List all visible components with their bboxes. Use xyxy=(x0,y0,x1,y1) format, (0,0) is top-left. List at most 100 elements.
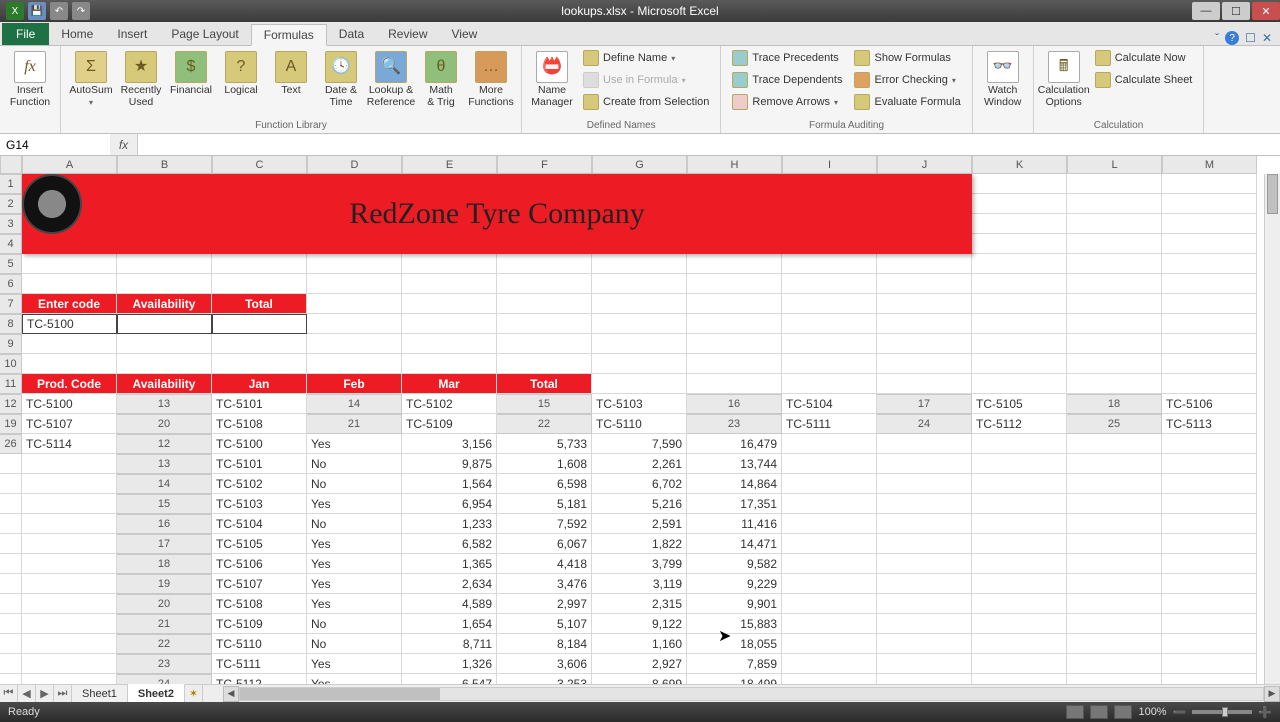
row-header[interactable]: 2 xyxy=(0,194,22,214)
col-header[interactable]: C xyxy=(212,156,307,174)
row-header[interactable]: 18 xyxy=(117,554,212,574)
col-header[interactable]: H xyxy=(687,156,782,174)
minimize-button[interactable]: — xyxy=(1192,2,1220,20)
define-name-button[interactable]: Define Name▾ xyxy=(578,48,714,68)
row-header[interactable]: 19 xyxy=(117,574,212,594)
table-cell[interactable]: TC-5108 xyxy=(212,594,307,614)
table-cell[interactable]: 1,564 xyxy=(402,474,497,494)
table-cell[interactable]: 6,582 xyxy=(402,534,497,554)
calculate-now-button[interactable]: Calculate Now xyxy=(1090,48,1198,68)
table-cell[interactable]: 2,997 xyxy=(497,594,592,614)
trace-dependents-button[interactable]: Trace Dependents xyxy=(727,70,847,90)
row-header[interactable]: 14 xyxy=(117,474,212,494)
close-button[interactable]: ✕ xyxy=(1252,2,1280,20)
trace-precedents-button[interactable]: Trace Precedents xyxy=(727,48,847,68)
table-cell[interactable]: 6,547 xyxy=(402,674,497,684)
sheet-nav-last-icon[interactable]: ⏭ xyxy=(54,685,72,702)
tab-review[interactable]: Review xyxy=(376,23,439,45)
calculate-sheet-button[interactable]: Calculate Sheet xyxy=(1090,70,1198,90)
spreadsheet-grid[interactable]: ABCDEFGHIJKLM1RedZone Tyre Company234567… xyxy=(0,156,1280,684)
formula-input[interactable] xyxy=(138,134,1280,155)
zoom-slider[interactable] xyxy=(1192,710,1252,714)
table-cell[interactable]: 2,315 xyxy=(592,594,687,614)
minimize-ribbon-icon[interactable]: ˇ xyxy=(1215,31,1219,45)
date-time-button[interactable]: 🕓Date & Time xyxy=(317,48,365,114)
table-cell[interactable]: 1,822 xyxy=(592,534,687,554)
table-cell[interactable]: Yes xyxy=(307,674,402,684)
col-header[interactable]: E xyxy=(402,156,497,174)
sheet-nav-next-icon[interactable]: ▶ xyxy=(36,685,54,702)
name-manager-button[interactable]: 📛Name Manager xyxy=(528,48,576,114)
table-cell[interactable]: 3,606 xyxy=(497,654,592,674)
row-header[interactable]: 23 xyxy=(117,654,212,674)
table-cell[interactable]: TC-5101 xyxy=(212,454,307,474)
remove-arrows-button[interactable]: Remove Arrows▾ xyxy=(727,92,847,112)
table-cell[interactable]: 1,326 xyxy=(402,654,497,674)
tab-view[interactable]: View xyxy=(440,23,490,45)
vertical-scrollbar[interactable] xyxy=(1264,174,1280,684)
table-cell[interactable]: 7,590 xyxy=(592,434,687,454)
table-cell[interactable]: No xyxy=(307,634,402,654)
sheet-tab-sheet1[interactable]: Sheet1 xyxy=(72,685,128,702)
table-cell[interactable]: 13,744 xyxy=(687,454,782,474)
tab-page-layout[interactable]: Page Layout xyxy=(159,23,250,45)
table-cell[interactable]: 7,592 xyxy=(497,514,592,534)
table-cell[interactable]: 8,184 xyxy=(497,634,592,654)
table-cell[interactable]: TC-5103 xyxy=(212,494,307,514)
table-cell[interactable]: 9,875 xyxy=(402,454,497,474)
lookup-reference-button[interactable]: 🔍Lookup & Reference xyxy=(367,48,415,114)
table-cell[interactable]: 18,499 xyxy=(687,674,782,684)
table-cell[interactable]: 1,608 xyxy=(497,454,592,474)
more-functions-button[interactable]: …More Functions xyxy=(467,48,515,114)
undo-icon[interactable]: ↶ xyxy=(50,2,68,20)
table-cell[interactable]: TC-5105 xyxy=(212,534,307,554)
table-cell[interactable]: 9,229 xyxy=(687,574,782,594)
table-cell[interactable]: No xyxy=(307,474,402,494)
table-cell[interactable]: TC-5111 xyxy=(212,654,307,674)
table-cell[interactable]: Yes xyxy=(307,654,402,674)
table-cell[interactable]: TC-5107 xyxy=(212,574,307,594)
lookup-cell[interactable]: TC-5100 xyxy=(22,314,117,334)
use-in-formula-button[interactable]: Use in Formula▾ xyxy=(578,70,714,90)
table-cell[interactable]: No xyxy=(307,614,402,634)
table-cell[interactable]: 2,927 xyxy=(592,654,687,674)
horizontal-scrollbar[interactable]: ◀▶ xyxy=(223,685,1280,702)
table-cell[interactable]: 1,654 xyxy=(402,614,497,634)
col-header[interactable]: K xyxy=(972,156,1067,174)
table-cell[interactable]: TC-5100 xyxy=(212,434,307,454)
table-cell[interactable]: 1,233 xyxy=(402,514,497,534)
table-cell[interactable]: 4,589 xyxy=(402,594,497,614)
error-checking-button[interactable]: Error Checking▾ xyxy=(849,70,965,90)
table-cell[interactable]: 2,261 xyxy=(592,454,687,474)
row-header[interactable]: 4 xyxy=(0,234,22,254)
financial-button[interactable]: $Financial xyxy=(167,48,215,114)
table-cell[interactable]: TC-5110 xyxy=(212,634,307,654)
row-header[interactable]: 12 xyxy=(117,434,212,454)
logical-button[interactable]: ?Logical xyxy=(217,48,265,114)
col-header[interactable]: L xyxy=(1067,156,1162,174)
col-header[interactable]: A xyxy=(22,156,117,174)
table-cell[interactable]: 8,699 xyxy=(592,674,687,684)
math-trig-button[interactable]: θMath & Trig xyxy=(417,48,465,114)
insert-function-button[interactable]: fxInsert Function xyxy=(6,48,54,114)
table-cell[interactable]: No xyxy=(307,454,402,474)
table-cell[interactable]: 5,216 xyxy=(592,494,687,514)
table-cell[interactable]: 4,418 xyxy=(497,554,592,574)
table-cell[interactable]: TC-5102 xyxy=(212,474,307,494)
calculation-options-button[interactable]: 🖩Calculation Options xyxy=(1040,48,1088,114)
col-header[interactable]: G xyxy=(592,156,687,174)
window-close-icon[interactable]: ✕ xyxy=(1262,31,1272,45)
table-cell[interactable]: 1,365 xyxy=(402,554,497,574)
table-cell[interactable]: 7,859 xyxy=(687,654,782,674)
tab-formulas[interactable]: Formulas xyxy=(251,24,327,46)
table-cell[interactable]: 6,067 xyxy=(497,534,592,554)
table-cell[interactable]: 5,107 xyxy=(497,614,592,634)
zoom-out-icon[interactable]: ➖ xyxy=(1173,706,1187,719)
window-restore-icon[interactable]: ☐ xyxy=(1245,31,1256,45)
watch-window-button[interactable]: 👓Watch Window xyxy=(979,48,1027,114)
sheet-nav-prev-icon[interactable]: ◀ xyxy=(18,685,36,702)
table-cell[interactable]: 9,122 xyxy=(592,614,687,634)
tab-insert[interactable]: Insert xyxy=(105,23,159,45)
table-cell[interactable]: Yes xyxy=(307,494,402,514)
help-icon[interactable]: ? xyxy=(1225,31,1239,45)
